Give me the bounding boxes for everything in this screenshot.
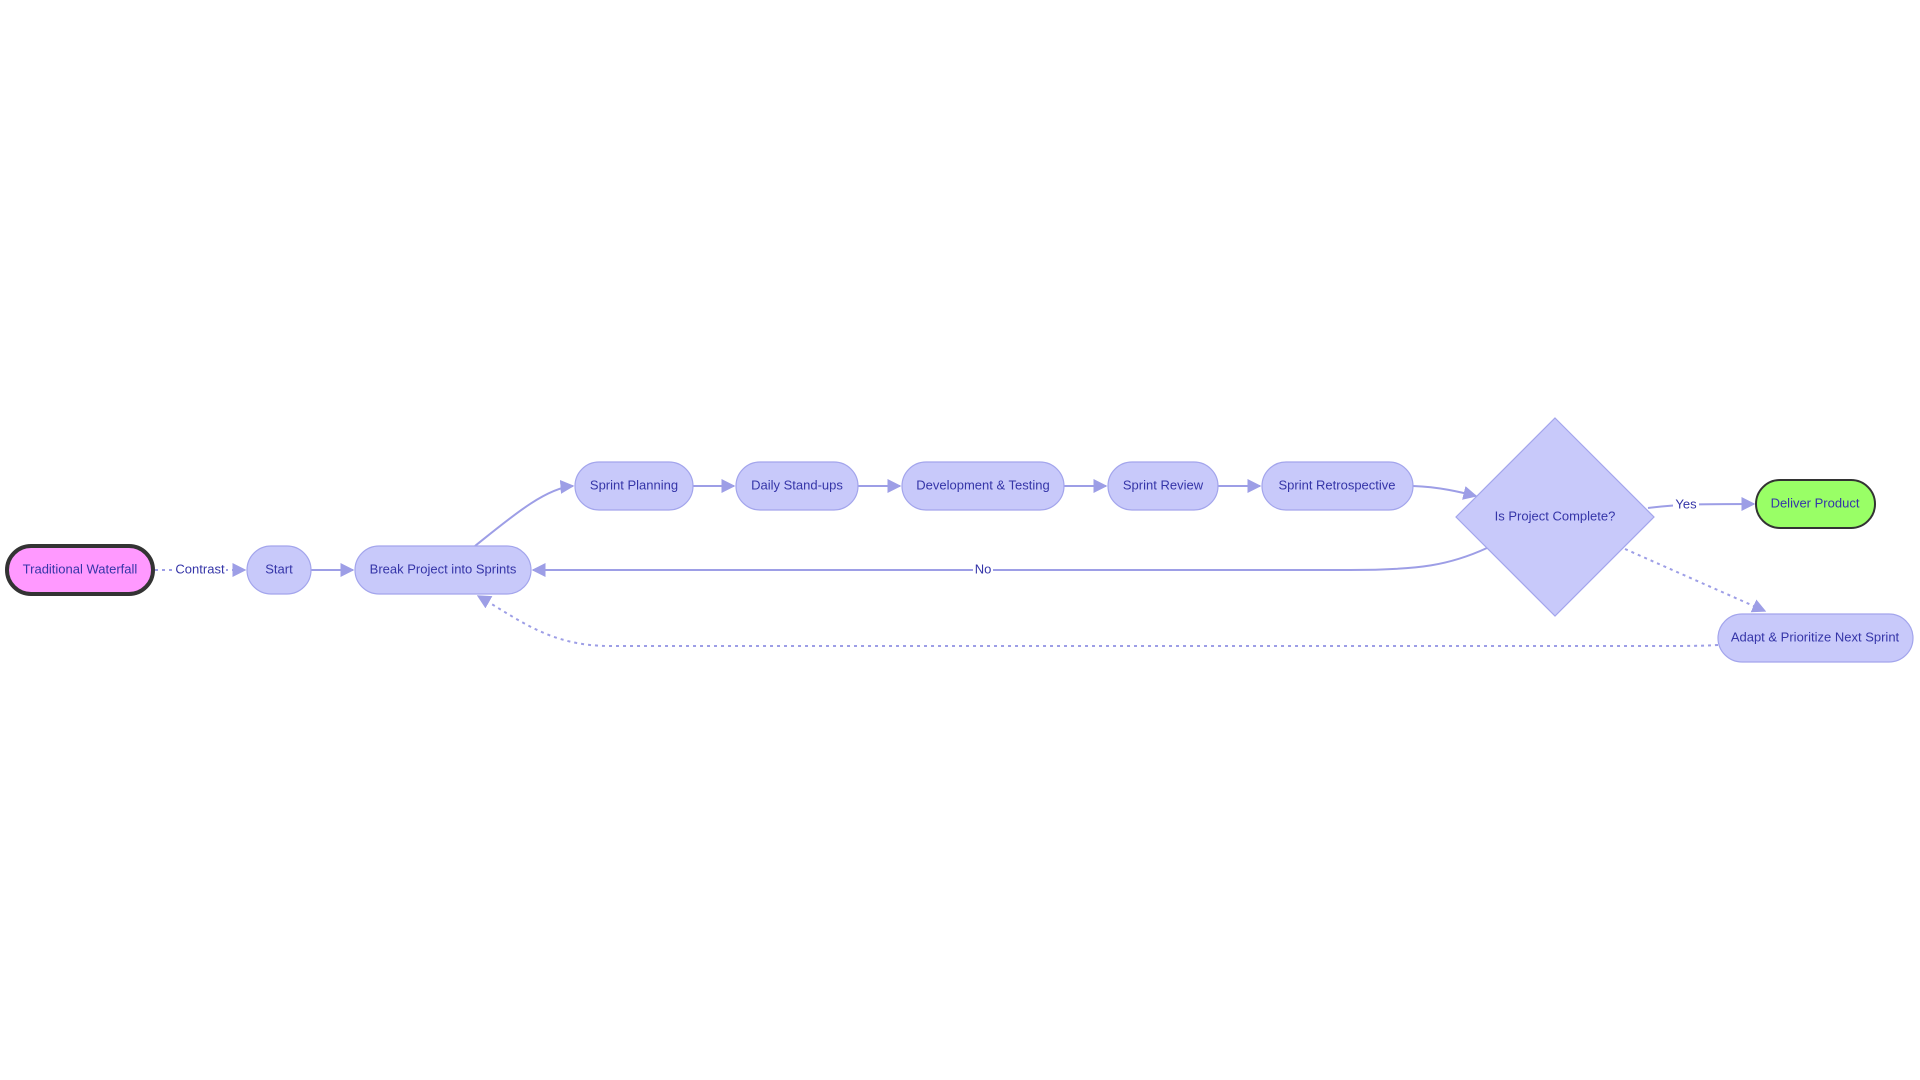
edge-break-planning bbox=[474, 479, 575, 547]
node-daily-standups[interactable]: Daily Stand-ups bbox=[735, 461, 859, 511]
node-label: Deliver Product bbox=[1771, 495, 1860, 510]
edge-retro-decision bbox=[1412, 485, 1478, 500]
node-label: Is Project Complete? bbox=[1495, 508, 1616, 523]
edge-label-no: No bbox=[975, 561, 992, 576]
node-is-project-complete[interactable]: Is Project Complete? bbox=[1455, 417, 1655, 617]
node-adapt-prioritize[interactable]: Adapt & Prioritize Next Sprint bbox=[1717, 613, 1914, 663]
node-label: Sprint Retrospective bbox=[1278, 477, 1395, 492]
node-label: Development & Testing bbox=[916, 477, 1049, 492]
node-label: Daily Stand-ups bbox=[751, 477, 843, 492]
node-label: Sprint Planning bbox=[590, 477, 678, 492]
node-label: Start bbox=[265, 561, 293, 576]
node-traditional-waterfall[interactable]: Traditional Waterfall bbox=[5, 544, 155, 596]
edge-decision-break-no bbox=[531, 547, 1488, 577]
node-sprint-planning[interactable]: Sprint Planning bbox=[574, 461, 694, 511]
edge-adapt-break bbox=[476, 595, 1719, 647]
edge-decision-deliver-yes bbox=[1647, 497, 1756, 512]
node-label: Break Project into Sprints bbox=[370, 561, 517, 576]
node-sprint-retrospective[interactable]: Sprint Retrospective bbox=[1261, 461, 1414, 511]
edge-decision-adapt bbox=[1624, 548, 1767, 613]
node-start[interactable]: Start bbox=[246, 545, 312, 595]
node-sprint-review[interactable]: Sprint Review bbox=[1107, 461, 1219, 511]
edge-label-contrast: Contrast bbox=[175, 561, 225, 576]
node-deliver-product[interactable]: Deliver Product bbox=[1755, 479, 1876, 529]
edge-label-yes: Yes bbox=[1675, 496, 1697, 511]
node-development-testing[interactable]: Development & Testing bbox=[901, 461, 1065, 511]
node-label: Adapt & Prioritize Next Sprint bbox=[1731, 629, 1900, 644]
node-break-project[interactable]: Break Project into Sprints bbox=[354, 545, 532, 595]
node-label: Traditional Waterfall bbox=[23, 561, 138, 576]
flowchart-canvas: Contrast No Yes Traditional Waterfall St… bbox=[5, 417, 1914, 663]
node-label: Sprint Review bbox=[1123, 477, 1204, 492]
